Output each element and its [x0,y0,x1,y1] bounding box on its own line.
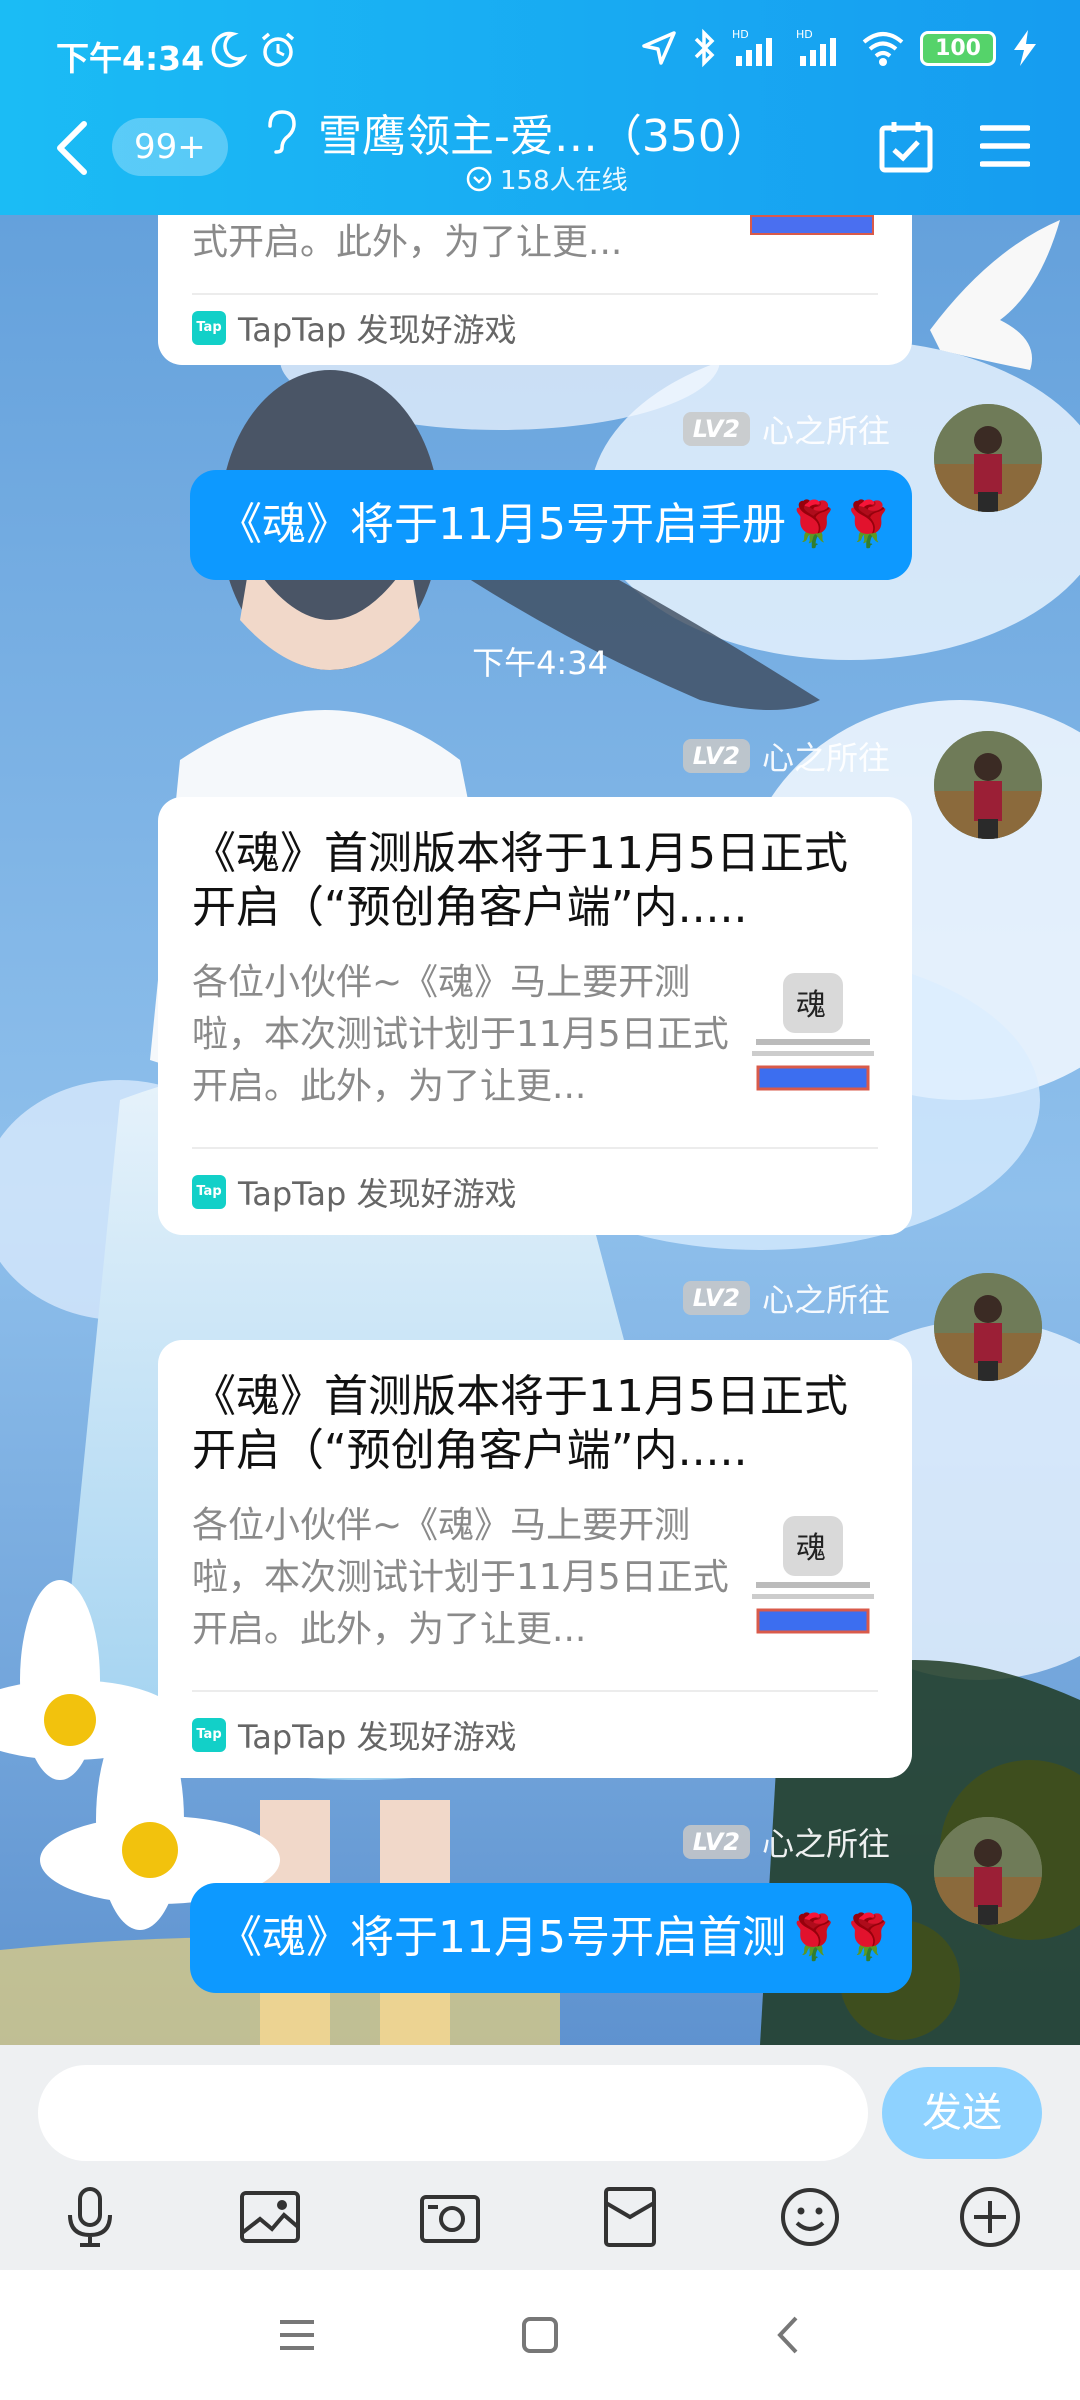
link-card[interactable]: 式开启。此外，为了让更... Tap TapTap 发现好游戏 [158,215,912,365]
menu-icon[interactable] [980,122,1030,170]
message-sender: LV2 心之所往 [682,1819,890,1865]
level-badge: LV2 [682,1281,750,1315]
card-source-label: TapTap 发现好游戏 [238,311,517,349]
level-badge: LV2 [682,1825,750,1859]
plus-icon[interactable] [958,2185,1022,2249]
message-sender: LV2 心之所往 [682,1275,890,1321]
taptap-icon: Tap [192,311,226,345]
image-icon[interactable] [238,2185,302,2249]
sender-name[interactable]: 心之所往 [762,406,890,452]
message-list[interactable]: 式开启。此外，为了让更... Tap TapTap 发现好游戏 LV2 心之所往… [0,215,1080,2045]
card-description: 各位小伙伴~《魂》马上要开测啦，本次测试计划于11月5日正式开启。此外，为了让更… [192,1505,729,1650]
message-sender: LV2 心之所往 [682,406,890,452]
avatar[interactable] [934,1273,1042,1381]
card-description: 式开启。此外，为了让更... [192,222,623,263]
card-source: Tap TapTap 发现好游戏 [192,1169,517,1215]
location-icon [642,31,676,65]
alarm-icon [261,32,295,67]
card-thumbnail: 魂 [748,967,878,1095]
avatar[interactable] [934,404,1042,512]
online-count[interactable]: 158人在线 [466,160,628,197]
card-title: 《魂》首测版本将于11月5日正式开启（“预创角客户端”内..... [192,1371,848,1476]
microphone-icon[interactable] [58,2185,122,2249]
svg-text:HD: HD [732,28,749,41]
unread-badge[interactable]: 99+ [112,118,228,176]
emoji-icon[interactable] [778,2185,842,2249]
link-card[interactable]: 《魂》首测版本将于11月5日正式开启（“预创角客户端”内..... 各位小伙伴~… [158,797,912,1235]
avatar[interactable] [934,731,1042,839]
taptap-icon: Tap [192,1175,226,1209]
card-description: 各位小伙伴~《魂》马上要开测啦，本次测试计划于11月5日正式开启。此外，为了让更… [192,962,729,1107]
card-source: Tap TapTap 发现好游戏 [192,1712,517,1758]
svg-text:HD: HD [796,28,813,41]
card-source: Tap TapTap 发现好游戏 [192,305,517,351]
status-bar: 下午4:34 HD HD 100 [0,28,1080,78]
message-input[interactable] [38,2065,868,2161]
battery-indicator: 100 [920,30,996,66]
timestamp: 下午4:34 [472,644,608,682]
taptap-icon: Tap [192,1718,226,1752]
bluetooth-icon [694,28,715,68]
sender-name[interactable]: 心之所往 [762,733,890,779]
signal-icon: HD [732,28,773,66]
chat-title[interactable]: 雪鹰领主-爱…（350） [318,100,770,164]
sender-name[interactable]: 心之所往 [762,1819,890,1865]
red-packet-icon[interactable] [598,2185,662,2249]
camera-icon[interactable] [418,2185,482,2249]
do-not-disturb-icon [211,31,247,68]
text-message[interactable]: 《魂》将于11月5号开启首测🌹🌹 [190,1883,912,1993]
input-bar: 发送 [0,2045,1080,2270]
wifi-icon [862,32,904,66]
card-source-label: TapTap 发现好游戏 [238,1718,517,1756]
back-nav-icon[interactable] [764,2312,814,2358]
signal-icon-2: HD [796,28,837,66]
message-sender: LV2 心之所往 [682,733,890,779]
chevron-circle-icon [466,166,492,191]
card-thumbnail-button [750,215,874,235]
card-divider [192,293,878,295]
chat-header: 下午4:34 HD HD 100 99+ 雪鹰领主-爱…（350） 158人在线 [0,0,1080,215]
status-time: 下午4:34 [56,39,205,78]
sender-name[interactable]: 心之所往 [762,1275,890,1321]
card-title: 《魂》首测版本将于11月5日正式开启（“预创角客户端”内..... [192,828,848,933]
online-count-label: 158人在线 [500,166,628,196]
avatar[interactable] [934,1817,1042,1925]
card-thumbnail: 魂 [748,1510,878,1638]
home-icon[interactable] [515,2312,565,2358]
system-nav-bar [0,2270,1080,2400]
calendar-check-icon[interactable] [878,118,934,174]
card-divider [192,1690,878,1692]
svg-text:魂: 魂 [796,988,826,1023]
svg-text:魂: 魂 [796,1531,826,1566]
level-badge: LV2 [682,739,750,773]
card-source-label: TapTap 发现好游戏 [238,1175,517,1213]
charging-icon [1014,30,1036,66]
text-message[interactable]: 《魂》将于11月5号开启手册🌹🌹 [190,470,912,580]
recent-apps-icon[interactable] [272,2312,322,2358]
earpiece-mode-icon[interactable] [262,108,298,154]
send-button[interactable]: 发送 [882,2067,1042,2159]
level-badge: LV2 [682,412,750,446]
link-card[interactable]: 《魂》首测版本将于11月5日正式开启（“预创角客户端”内..... 各位小伙伴~… [158,1340,912,1778]
card-divider [192,1147,878,1149]
back-icon[interactable] [52,120,92,176]
